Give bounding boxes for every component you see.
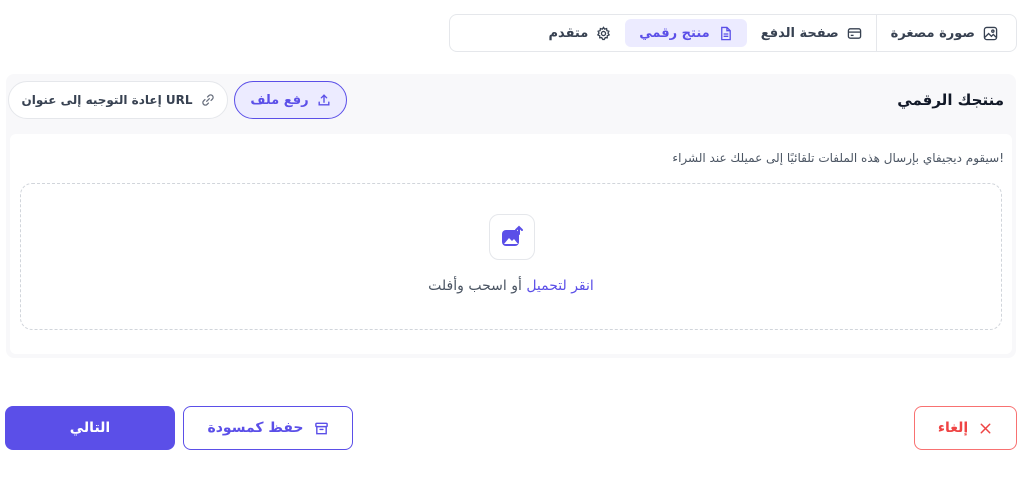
drag-drop-text: أو اسحب وأفلت <box>428 278 527 294</box>
upload-icon <box>318 94 330 106</box>
dropzone-icon-box <box>489 214 535 260</box>
file-icon <box>720 26 731 40</box>
card-body: سيقوم ديجيفاي بإرسال هذه الملفات تلقائيً… <box>10 134 1012 354</box>
tab-advanced[interactable]: متقدم <box>535 19 626 47</box>
upload-file-button[interactable]: رفع ملف <box>234 81 347 119</box>
image-upload-icon <box>502 225 523 246</box>
file-dropzone[interactable]: انقر لتحميل أو اسحب وأفلت <box>20 183 1002 330</box>
next-label: التالي <box>69 420 111 436</box>
redirect-url-label: إعادة التوجيه إلى عنوان URL <box>21 93 193 107</box>
tab-thumbnail[interactable]: صورة مصغرة <box>877 19 1012 47</box>
close-icon <box>980 423 991 433</box>
dropzone-text: انقر لتحميل أو اسحب وأفلت <box>21 278 1001 294</box>
image-icon <box>983 26 998 40</box>
save-draft-label: حفظ كمسودة <box>207 420 304 436</box>
tab-digital-product-label: منتج رقمي <box>639 25 710 41</box>
save-draft-button[interactable]: حفظ كمسودة <box>183 406 353 450</box>
next-button[interactable]: التالي <box>5 406 175 450</box>
cancel-button[interactable]: إلغاء <box>914 406 1017 450</box>
archive-icon <box>314 422 328 434</box>
gear-icon <box>597 25 611 40</box>
upload-file-label: رفع ملف <box>250 92 309 108</box>
card-header: منتجك الرقمي رفع ملف إعادة التوجيه إلى ع… <box>6 74 1016 128</box>
tab-advanced-label: متقدم <box>548 25 589 41</box>
auto-delivery-hint: سيقوم ديجيفاي بإرسال هذه الملفات تلقائيً… <box>672 151 1004 165</box>
tab-checkout[interactable]: صفحة الدفع <box>747 19 876 47</box>
tab-bar: صورة مصغرة صفحة الدفع منتج رقمي متقدم <box>449 14 1017 52</box>
card-title: منتجك الرقمي <box>897 91 1004 109</box>
credit-card-icon <box>847 27 861 39</box>
cancel-label: إلغاء <box>937 420 969 436</box>
click-to-upload-link[interactable]: انقر لتحميل <box>526 278 594 294</box>
redirect-url-button[interactable]: إعادة التوجيه إلى عنوان URL <box>8 81 228 119</box>
digital-product-card: منتجك الرقمي رفع ملف إعادة التوجيه إلى ع… <box>6 74 1016 358</box>
tab-thumbnail-label: صورة مصغرة <box>890 25 975 41</box>
link-icon <box>201 94 214 106</box>
tab-checkout-label: صفحة الدفع <box>760 25 839 41</box>
tab-digital-product[interactable]: منتج رقمي <box>625 19 747 47</box>
